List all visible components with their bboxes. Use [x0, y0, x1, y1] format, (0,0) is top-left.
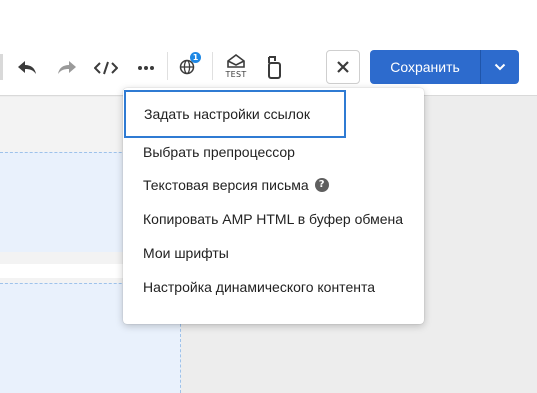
toolbar-left-edge — [0, 54, 3, 80]
code-icon — [94, 61, 118, 75]
test-label: TEST — [225, 70, 247, 79]
menu-item-copy-amp-html[interactable]: Копировать AMP HTML в буфер обмена — [123, 202, 424, 235]
undo-icon — [18, 61, 36, 74]
menu-item-my-fonts[interactable]: Мои шрифты — [123, 236, 424, 269]
test-button[interactable] — [224, 52, 248, 70]
code-button[interactable] — [93, 56, 119, 80]
test-icon — [227, 54, 245, 68]
menu-item-label: Задать настройки ссылок — [144, 106, 310, 122]
more-icon — [138, 66, 154, 70]
redo-icon — [58, 61, 76, 74]
menu-item-label: Копировать AMP HTML в буфер обмена — [143, 210, 404, 227]
menu-item-text-version[interactable]: Текстовая версия письма ? — [123, 168, 424, 201]
chevron-down-icon — [494, 63, 506, 71]
toolbar-separator — [212, 52, 213, 80]
undo-button[interactable] — [14, 56, 40, 80]
mobile-preview-icon — [268, 56, 281, 79]
help-icon[interactable]: ? — [314, 177, 329, 192]
menu-item-label: Мои шрифты — [143, 244, 229, 261]
editor-toolbar: 1 TEST Сохранить — [0, 0, 537, 96]
notification-badge: 1 — [190, 52, 201, 63]
menu-item-link-settings[interactable]: Задать настройки ссылок — [124, 90, 346, 138]
save-button[interactable]: Сохранить — [370, 50, 480, 84]
save-options-button[interactable] — [481, 50, 519, 84]
mobile-preview-button[interactable] — [262, 53, 286, 81]
menu-item-dynamic-content[interactable]: Настройка динамического контента — [123, 270, 424, 303]
menu-item-preprocessor[interactable]: Выбрать препроцессор — [123, 135, 424, 168]
close-icon — [337, 61, 349, 73]
menu-item-label: Настройка динамического контента — [143, 278, 375, 295]
toolbar-separator — [167, 52, 168, 80]
redo-button[interactable] — [54, 56, 80, 80]
more-options-menu: Задать настройки ссылок Выбрать препроце… — [123, 88, 424, 324]
menu-item-label: Текстовая версия письма — [143, 176, 309, 193]
menu-item-label: Выбрать препроцессор — [143, 143, 295, 160]
more-button[interactable] — [134, 56, 158, 80]
close-button[interactable] — [326, 50, 360, 84]
save-button-group: Сохранить — [370, 50, 519, 84]
